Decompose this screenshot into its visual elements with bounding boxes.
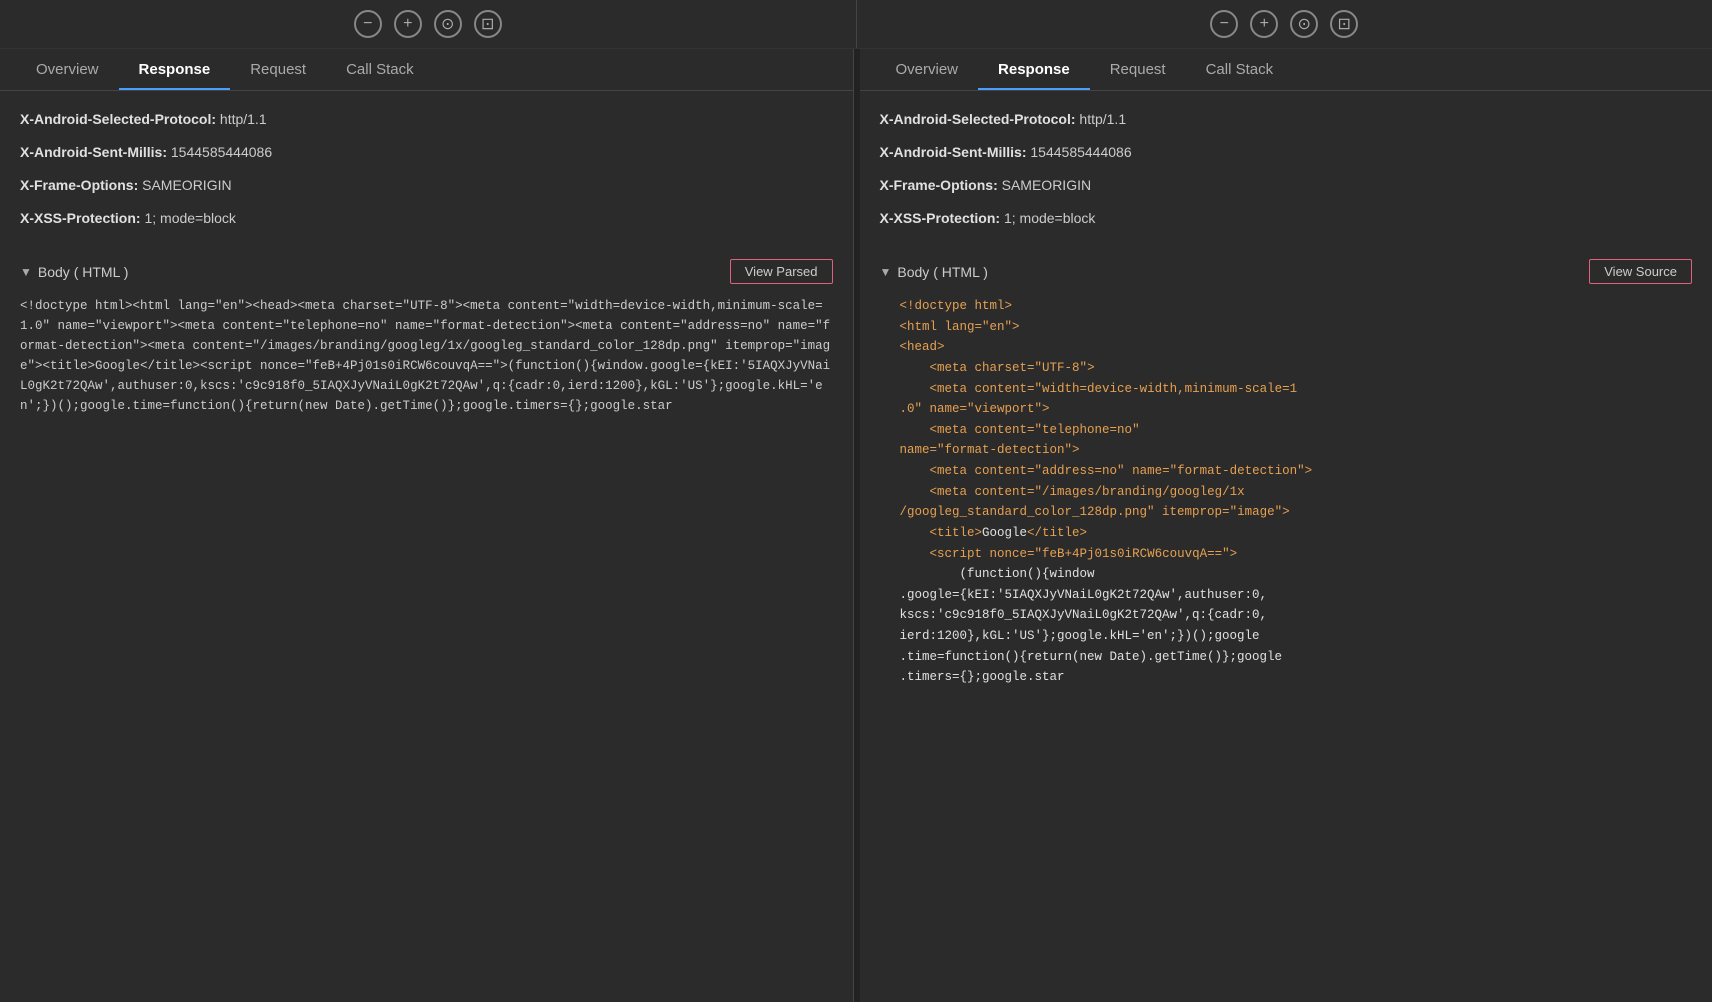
minimize-icon-left[interactable]: − — [354, 10, 382, 38]
header-key-0-left: X-Android-Selected-Protocol: — [20, 111, 216, 127]
header-key-1-right: X-Android-Sent-Millis: — [880, 144, 1027, 160]
header-val-3-left: 1; mode=block — [141, 210, 236, 226]
right-code-content: <!doctype html> <html lang="en"> <head> … — [880, 296, 1693, 688]
tab-response-left[interactable]: Response — [119, 49, 231, 90]
tab-callstack-right[interactable]: Call Stack — [1186, 49, 1294, 90]
tab-request-right[interactable]: Request — [1090, 49, 1186, 90]
header-val-3-right: 1; mode=block — [1000, 210, 1095, 226]
right-tabs-row: Overview Response Request Call Stack — [860, 49, 1712, 91]
left-panel: Overview Response Request Call Stack X-A… — [0, 49, 854, 1002]
header-item-2-left: X-Frame-Options: SAMEORIGIN — [20, 169, 833, 202]
header-key-3-left: X-XSS-Protection: — [20, 210, 141, 226]
header-key-0-right: X-Android-Selected-Protocol: — [880, 111, 1076, 127]
header-val-1-left: 1544585444086 — [167, 144, 272, 160]
right-body-title-text: Body ( HTML ) — [897, 264, 988, 280]
left-headers: X-Android-Selected-Protocol: http/1.1 X-… — [0, 91, 853, 247]
header-val-0-left: http/1.1 — [216, 111, 267, 127]
view-source-button[interactable]: View Source — [1589, 259, 1692, 284]
left-body-section: ▼ Body ( HTML ) View Parsed <!doctype ht… — [0, 247, 853, 428]
right-window-controls: − + ⊙ ⊡ — [856, 0, 1712, 48]
header-key-1-left: X-Android-Sent-Millis: — [20, 144, 167, 160]
right-headers: X-Android-Selected-Protocol: http/1.1 X-… — [860, 91, 1712, 247]
header-item-3-right: X-XSS-Protection: 1; mode=block — [880, 202, 1693, 235]
header-val-0-right: http/1.1 — [1076, 111, 1127, 127]
minimize-icon-right[interactable]: − — [1210, 10, 1238, 38]
view-parsed-button[interactable]: View Parsed — [730, 259, 833, 284]
tab-request-left[interactable]: Request — [230, 49, 326, 90]
header-item-0-right: X-Android-Selected-Protocol: http/1.1 — [880, 103, 1693, 136]
header-item-0-left: X-Android-Selected-Protocol: http/1.1 — [20, 103, 833, 136]
header-key-2-right: X-Frame-Options: — [880, 177, 998, 193]
panels-wrapper: Overview Response Request Call Stack X-A… — [0, 49, 1712, 1002]
record-icon-left[interactable]: ⊙ — [434, 10, 462, 38]
left-body-title: ▼ Body ( HTML ) — [20, 264, 128, 280]
right-controls: − + ⊙ ⊡ — [1210, 10, 1358, 38]
header-val-1-right: 1544585444086 — [1027, 144, 1132, 160]
header-key-2-left: X-Frame-Options: — [20, 177, 138, 193]
record-icon-right[interactable]: ⊙ — [1290, 10, 1318, 38]
tab-response-right[interactable]: Response — [978, 49, 1090, 90]
right-body-title: ▼ Body ( HTML ) — [880, 264, 988, 280]
left-tabs-row: Overview Response Request Call Stack — [0, 49, 853, 91]
stop-icon-left[interactable]: ⊡ — [474, 10, 502, 38]
right-body-header: ▼ Body ( HTML ) View Source — [880, 259, 1693, 284]
tab-overview-right[interactable]: Overview — [876, 49, 979, 90]
header-val-2-left: SAMEORIGIN — [138, 177, 231, 193]
header-item-1-right: X-Android-Sent-Millis: 1544585444086 — [880, 136, 1693, 169]
left-raw-content: <!doctype html><html lang="en"><head><me… — [20, 296, 833, 416]
top-bars-row: − + ⊙ ⊡ − + ⊙ ⊡ — [0, 0, 1712, 49]
maximize-icon-right[interactable]: + — [1250, 10, 1278, 38]
header-item-3-left: X-XSS-Protection: 1; mode=block — [20, 202, 833, 235]
left-panel-content: X-Android-Selected-Protocol: http/1.1 X-… — [0, 91, 853, 1002]
maximize-icon-left[interactable]: + — [394, 10, 422, 38]
right-body-section: ▼ Body ( HTML ) View Source <!doctype ht… — [860, 247, 1712, 700]
tab-overview-left[interactable]: Overview — [16, 49, 119, 90]
right-panel: Overview Response Request Call Stack X-A… — [860, 49, 1712, 1002]
right-panel-content: X-Android-Selected-Protocol: http/1.1 X-… — [860, 91, 1712, 1002]
header-item-1-left: X-Android-Sent-Millis: 1544585444086 — [20, 136, 833, 169]
left-body-title-text: Body ( HTML ) — [38, 264, 129, 280]
stop-icon-right[interactable]: ⊡ — [1330, 10, 1358, 38]
left-controls: − + ⊙ ⊡ — [354, 10, 502, 38]
left-window-controls: − + ⊙ ⊡ — [0, 0, 856, 48]
tab-callstack-left[interactable]: Call Stack — [326, 49, 434, 90]
header-key-3-right: X-XSS-Protection: — [880, 210, 1001, 226]
header-val-2-right: SAMEORIGIN — [998, 177, 1091, 193]
header-item-2-right: X-Frame-Options: SAMEORIGIN — [880, 169, 1693, 202]
left-body-header: ▼ Body ( HTML ) View Parsed — [20, 259, 833, 284]
body-triangle-left: ▼ — [20, 265, 32, 279]
body-triangle-right: ▼ — [880, 265, 892, 279]
